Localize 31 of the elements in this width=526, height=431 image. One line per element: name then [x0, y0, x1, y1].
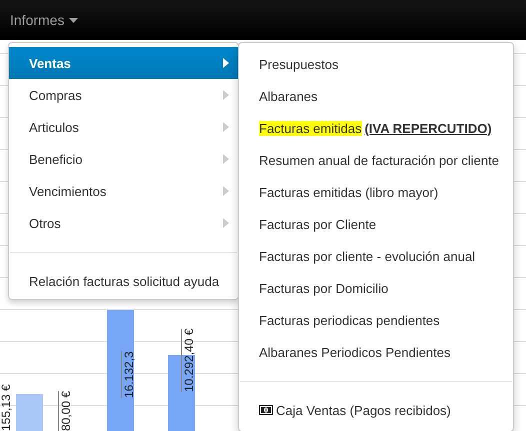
menu-item[interactable]: Compras [9, 79, 238, 111]
submenu-item[interactable]: Presupuestos [239, 48, 513, 80]
submenu-item[interactable]: Facturas emitidas (IVA REPERCUTIDO) [239, 112, 513, 144]
submenu-item[interactable]: Albaranes [239, 80, 513, 112]
submenu-item[interactable]: Facturas emitidas (libro mayor) [239, 176, 513, 208]
caret-icon [69, 18, 78, 22]
banknote-icon [259, 405, 273, 415]
value-label: 10.292,40 € [181, 328, 195, 392]
value-label: 16.132,3 [121, 351, 135, 398]
chevron-icon [223, 154, 229, 164]
submenu-item[interactable]: Facturas por cliente - evolución anual [239, 240, 513, 272]
menu-item[interactable]: Vencimientos [9, 175, 238, 207]
menu-item[interactable]: Relación facturas solicitud ayuda [9, 265, 238, 297]
chevron-icon [223, 186, 229, 196]
submenu-item[interactable]: Facturas por Cliente [239, 208, 513, 240]
chevron-icon [223, 122, 229, 132]
menu-item[interactable]: Ventas [9, 47, 238, 79]
chevron-icon [223, 90, 229, 100]
menu-item[interactable]: Otros [9, 207, 238, 239]
submenu-item[interactable]: Resumen anual de facturación por cliente [239, 144, 513, 176]
chevron-icon [223, 218, 229, 228]
submenu-item[interactable]: Albaranes Periodicos Pendientes [239, 336, 513, 368]
submenu-item[interactable]: Caja Ventas (Pagos recibidos) [239, 394, 513, 426]
submenu-item[interactable]: Facturas por Domicilio [239, 272, 513, 304]
value-label: 80,00 € [58, 390, 72, 431]
submenu-item[interactable]: Facturas periodicas pendientes [239, 304, 513, 336]
menu-item[interactable]: Beneficio [9, 143, 238, 175]
chevron-icon [223, 58, 229, 68]
informes-menu[interactable]: Informes [10, 12, 78, 28]
value-label: 155,13 € [0, 384, 12, 431]
menu-item[interactable]: Articulos [9, 111, 238, 143]
